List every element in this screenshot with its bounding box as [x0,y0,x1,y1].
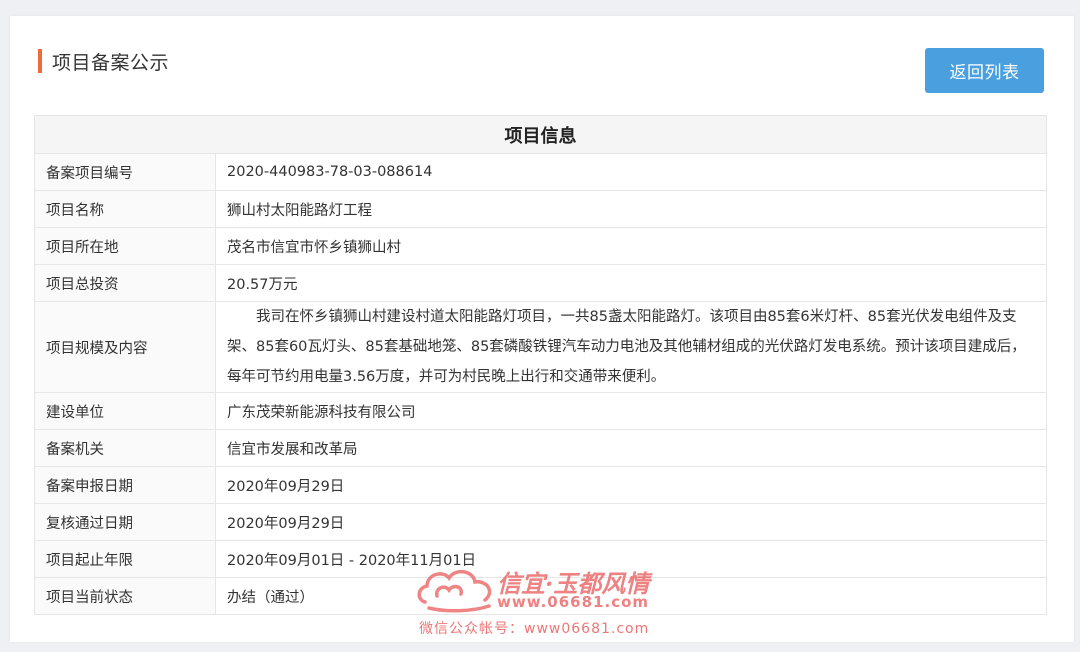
row-value: 信宜市发展和改革局 [215,429,1047,467]
row-label: 项目当前状态 [34,577,216,615]
row-label: 项目总投资 [34,264,216,302]
table-row: 项目当前状态 办结（通过） [34,577,1047,615]
row-label: 项目名称 [34,190,216,228]
row-label: 建设单位 [34,392,216,430]
table-heading-row: 项目信息 [34,115,1047,154]
project-info-table: 项目信息 备案项目编号 2020-440983-78-03-088614 项目名… [34,115,1047,615]
table-row: 备案机关 信宜市发展和改革局 [34,429,1047,467]
table-row: 复核通过日期 2020年09月29日 [34,503,1047,541]
back-to-list-button[interactable]: 返回列表 [925,48,1044,93]
row-value: 20.57万元 [215,264,1047,302]
row-value: 2020-440983-78-03-088614 [215,153,1047,191]
table-row: 项目名称 狮山村太阳能路灯工程 [34,190,1047,228]
row-value: 2020年09月29日 [215,466,1047,504]
row-value-description: 我司在怀乡镇狮山村建设村道太阳能路灯项目，一共85盏太阳能路灯。该项目由85套6… [215,301,1047,393]
table-row: 备案项目编号 2020-440983-78-03-088614 [34,153,1047,191]
table-row: 备案申报日期 2020年09月29日 [34,466,1047,504]
row-label: 备案机关 [34,429,216,467]
row-label: 备案申报日期 [34,466,216,504]
row-value: 办结（通过） [215,577,1047,615]
row-label: 复核通过日期 [34,503,216,541]
table-row: 项目总投资 20.57万元 [34,264,1047,302]
table-row: 项目所在地 茂名市信宜市怀乡镇狮山村 [34,227,1047,265]
table-row: 建设单位 广东茂荣新能源科技有限公司 [34,392,1047,430]
table-row: 项目起止年限 2020年09月01日 - 2020年11月01日 [34,540,1047,578]
page-title: 项目备案公示 [52,51,170,74]
row-value: 2020年09月01日 - 2020年11月01日 [215,540,1047,578]
table-row: 项目规模及内容 我司在怀乡镇狮山村建设村道太阳能路灯项目，一共85盏太阳能路灯。… [34,301,1047,393]
row-value: 2020年09月29日 [215,503,1047,541]
row-label: 备案项目编号 [34,153,216,191]
row-value: 狮山村太阳能路灯工程 [215,190,1047,228]
title-accent-bar [38,49,42,73]
row-label: 项目所在地 [34,227,216,265]
row-label: 项目规模及内容 [34,301,216,393]
page-header: 项目备案公示 [38,49,170,74]
row-value: 广东茂荣新能源科技有限公司 [215,392,1047,430]
table-heading: 项目信息 [34,115,1047,154]
content-card: 项目备案公示 返回列表 项目信息 备案项目编号 2020-440983-78-0… [10,16,1074,642]
row-value: 茂名市信宜市怀乡镇狮山村 [215,227,1047,265]
row-label: 项目起止年限 [34,540,216,578]
